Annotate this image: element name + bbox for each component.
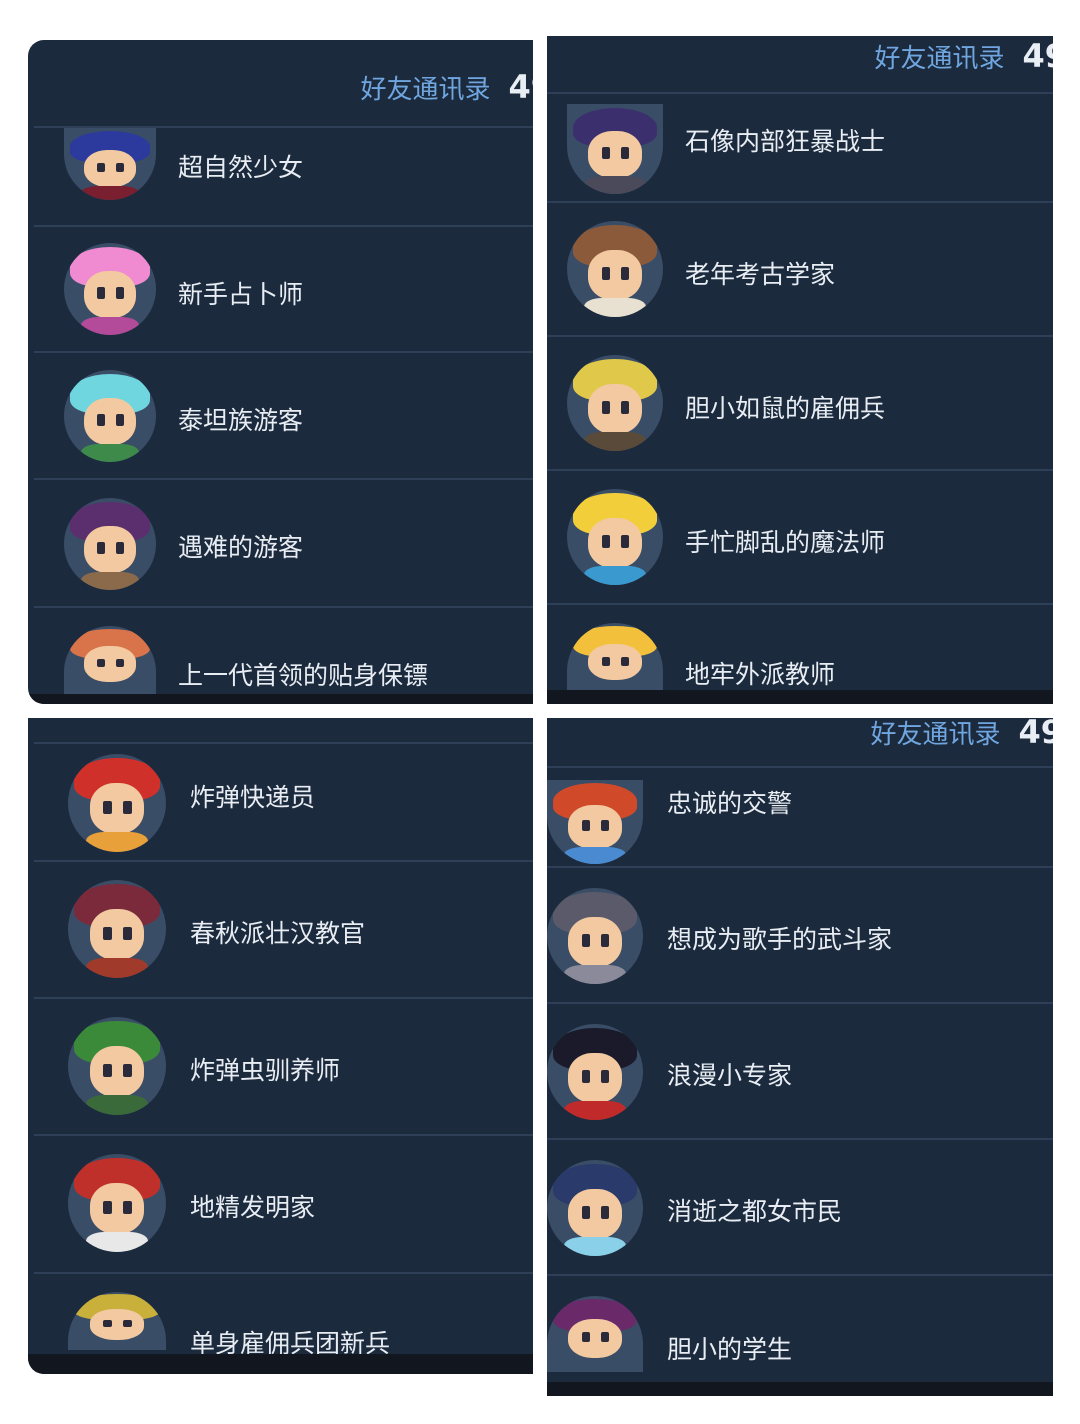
friend-count: 49	[1018, 718, 1053, 751]
friend-row[interactable]: 胆小的学生	[547, 1276, 1053, 1384]
friend-avatar	[68, 880, 166, 978]
friend-name: 老年考古学家	[685, 260, 836, 289]
friend-name: 忠诚的交警	[667, 789, 793, 818]
friend-row[interactable]: 地精发明家	[28, 1136, 533, 1272]
friend-row[interactable]: 上一代首领的贴身保镖	[28, 608, 533, 704]
friend-name: 消逝之都女市民	[667, 1197, 843, 1226]
friend-avatar	[68, 1154, 166, 1252]
friend-name: 上一代首领的贴身保镖	[178, 661, 429, 690]
friend-avatar	[567, 489, 663, 585]
friend-avatar	[547, 780, 643, 864]
friend-row[interactable]: 消逝之都女市民	[547, 1140, 1053, 1274]
friend-avatar	[64, 370, 156, 462]
friend-row[interactable]: 超自然少女	[28, 128, 533, 226]
friend-name: 浪漫小专家	[667, 1061, 793, 1090]
friend-row[interactable]: 胆小如鼠的雇佣兵	[547, 337, 1053, 470]
friend-name: 想成为歌手的武斗家	[667, 925, 893, 954]
friend-name: 胆小如鼠的雇佣兵	[685, 394, 886, 423]
friend-name: 地精发明家	[190, 1193, 316, 1222]
friend-row[interactable]: 炸弹虫驯养师	[28, 999, 533, 1134]
friend-row[interactable]: 春秋派壮汉教官	[28, 862, 533, 997]
friend-name: 石像内部狂暴战士	[685, 127, 886, 156]
friend-list-panel: 炸弹快递员 春秋派壮汉教官 炸弹虫驯养师 地精发明家 单身雇佣兵团新兵	[28, 718, 533, 1374]
friend-name: 炸弹快递员	[190, 783, 316, 812]
friend-name: 新手占卜师	[178, 280, 304, 309]
friend-avatar	[547, 888, 643, 984]
panel-header: 好友通讯录 49	[360, 67, 533, 107]
friend-name: 遇难的游客	[178, 533, 304, 562]
friend-avatar	[68, 1017, 166, 1115]
friend-list-panel: 好友通讯录 49 忠诚的交警 想成为歌手的武斗家 浪漫小专家 消逝之都女市民 胆…	[547, 718, 1053, 1396]
friend-list-panel: 好友通讯录 49 超自然少女 新手占卜师 泰坦族游客 遇难的游客 上一代首领的贴…	[28, 40, 533, 704]
friend-avatar	[68, 1292, 166, 1350]
friend-name: 胆小的学生	[667, 1335, 793, 1364]
panel-header: 好友通讯录 49	[874, 36, 1053, 76]
friend-avatar	[547, 1024, 643, 1120]
friend-avatar	[567, 104, 663, 194]
friend-avatar	[64, 498, 156, 590]
friend-row[interactable]: 炸弹快递员	[28, 744, 533, 860]
friend-avatar	[64, 626, 156, 694]
friend-row[interactable]: 新手占卜师	[28, 227, 533, 352]
header-title: 好友通讯录	[874, 43, 1005, 74]
friend-row[interactable]: 遇难的游客	[28, 480, 533, 607]
friend-list-panel: 好友通讯录 49 石像内部狂暴战士 老年考古学家 胆小如鼠的雇佣兵 手忙脚乱的魔…	[547, 36, 1053, 704]
friend-avatar	[547, 1296, 643, 1372]
friend-avatar	[567, 355, 663, 451]
friend-name: 炸弹虫驯养师	[190, 1056, 341, 1085]
friend-count: 49	[508, 68, 533, 106]
friend-name: 超自然少女	[178, 153, 304, 182]
friend-avatar	[567, 623, 663, 693]
friend-name: 手忙脚乱的魔法师	[685, 528, 886, 557]
friend-avatar	[68, 754, 166, 852]
friend-row[interactable]: 想成为歌手的武斗家	[547, 868, 1053, 1002]
friend-name: 泰坦族游客	[178, 406, 304, 435]
friend-name: 地牢外派教师	[685, 660, 836, 689]
friend-row[interactable]: 泰坦族游客	[28, 353, 533, 479]
header-title: 好友通讯录	[870, 719, 1001, 750]
friend-row[interactable]: 石像内部狂暴战士	[547, 94, 1053, 200]
friend-avatar	[64, 243, 156, 335]
friend-row[interactable]: 忠诚的交警	[547, 768, 1053, 866]
friend-row[interactable]: 手忙脚乱的魔法师	[547, 471, 1053, 604]
friend-count: 49	[1022, 37, 1053, 75]
header-title: 好友通讯录	[360, 74, 491, 105]
friend-avatar	[64, 128, 156, 200]
friend-avatar	[567, 221, 663, 317]
friend-name: 春秋派壮汉教官	[190, 919, 366, 948]
friend-row[interactable]: 浪漫小专家	[547, 1004, 1053, 1138]
friend-avatar	[547, 1160, 643, 1256]
friend-row[interactable]: 老年考古学家	[547, 203, 1053, 336]
panel-header: 好友通讯录 49	[870, 718, 1053, 752]
